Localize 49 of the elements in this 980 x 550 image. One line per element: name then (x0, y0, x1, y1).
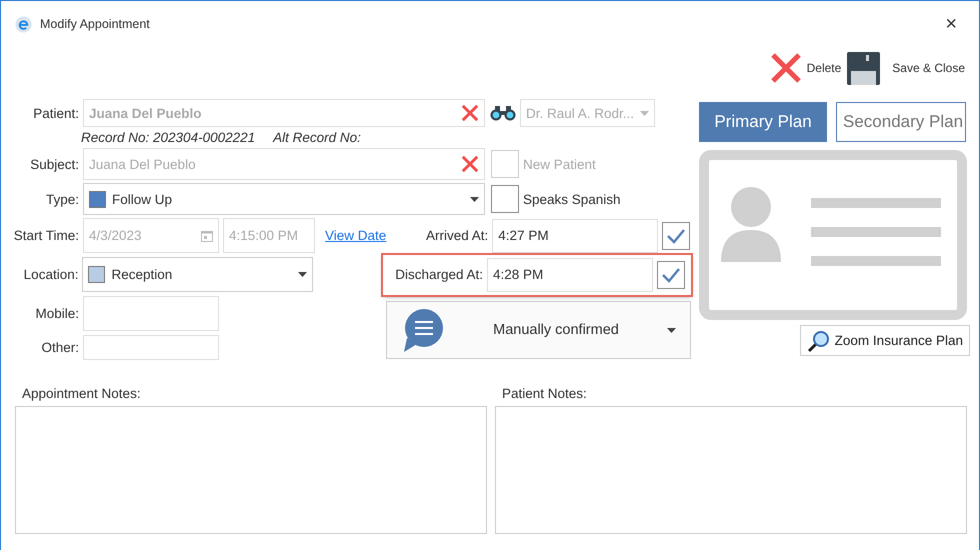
notes-field[interactable] (495, 406, 967, 534)
field-label: Subject: (29, 156, 80, 172)
caret-icon (667, 328, 676, 332)
binoculars-icon[interactable] (490, 105, 516, 121)
caret-icon (470, 196, 479, 202)
view-date-link[interactable]: View Date (325, 228, 386, 243)
field-label: Mobile: (34, 306, 80, 321)
checkmark-icon (661, 266, 681, 282)
field-label: Arrived At: (425, 228, 490, 243)
checkbox[interactable] (662, 222, 690, 250)
field-label: Discharged At: (394, 267, 484, 282)
checkbox[interactable] (491, 185, 519, 213)
field-label: Start Time: (12, 228, 80, 243)
save-close-button[interactable]: Save & Close (847, 52, 965, 84)
other-field[interactable] (83, 335, 219, 360)
checkbox-label: New Patient (523, 156, 596, 172)
field-label: Other: (40, 340, 80, 355)
clear-icon[interactable] (461, 155, 479, 173)
location-dropdown[interactable]: Reception (82, 257, 313, 292)
field-label: Patient: (32, 106, 80, 120)
app-logo-icon (15, 16, 32, 32)
zoom-insurance-button[interactable]: Zoom Insurance Plan (800, 325, 970, 356)
calendar-icon[interactable] (201, 230, 213, 242)
mobile-field[interactable] (83, 296, 219, 331)
notes-label: Appointment Notes: (21, 386, 142, 401)
speech-bubble-icon (401, 308, 445, 352)
checkbox-label: Speaks Spanish (523, 192, 621, 206)
checkbox[interactable] (657, 260, 685, 288)
type-dropdown[interactable]: Follow Up (83, 183, 485, 215)
field-label: Type: (44, 192, 80, 206)
clear-icon[interactable] (461, 104, 479, 122)
field-label: Location: (22, 267, 80, 282)
plan-tab[interactable]: Secondary Plan (836, 102, 966, 142)
time-field[interactable]: 4:28 PM (487, 258, 653, 292)
window-title: Modify Appointment (40, 17, 150, 31)
caret-icon (640, 110, 649, 116)
notes-label: Patient Notes: (501, 386, 588, 401)
magnifier-icon (806, 328, 831, 352)
checkmark-icon (666, 228, 686, 244)
close-button[interactable]: × (937, 12, 965, 36)
record-number: Record No: 202304-0002221 (81, 130, 256, 145)
notes-field[interactable] (15, 406, 487, 534)
plan-tab[interactable]: Primary Plan (699, 102, 827, 142)
alt-record-number: Alt Record No: (273, 130, 361, 145)
delete-icon (768, 51, 803, 85)
time-field[interactable]: 4:27 PM (492, 218, 658, 252)
delete-button[interactable]: Delete (768, 51, 842, 85)
confirmation-dropdown[interactable]: Manually confirmed (386, 301, 691, 359)
caret-icon (298, 272, 307, 277)
